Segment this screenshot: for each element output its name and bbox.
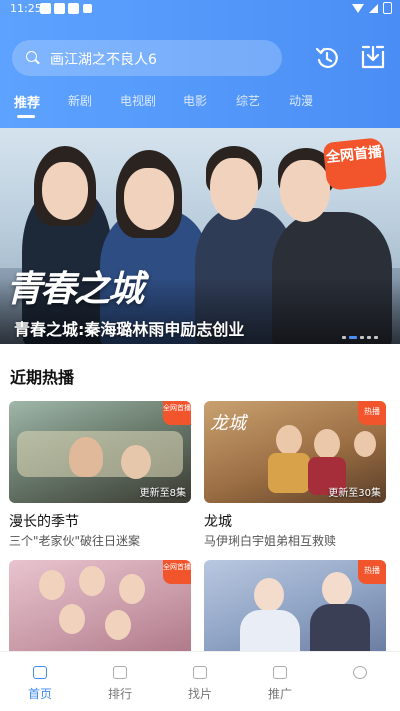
nav-home[interactable]: 首页	[10, 666, 70, 702]
wifi-icon	[352, 3, 364, 13]
thumbnail-face	[39, 570, 65, 600]
show-thumbnail[interactable]: 全网首播	[9, 560, 191, 651]
video-search-icon	[193, 666, 207, 679]
thumbnail-face	[69, 437, 103, 477]
notification-icon	[83, 4, 92, 13]
hero-banner[interactable]: 全网首播 青春之城 青春之城:秦海璐林雨申励志创业	[0, 128, 400, 344]
card-title[interactable]: 漫长的季节	[9, 511, 79, 531]
thumbnail-face	[119, 574, 145, 604]
search-placeholder: 画江湖之不良人6	[50, 52, 157, 68]
signal-icon	[369, 3, 378, 13]
banner-figure-face	[42, 162, 88, 220]
show-thumbnail[interactable]: 热播	[204, 560, 386, 651]
bottom-navigation: 首页 排行 找片 推广	[0, 651, 400, 711]
category-tabs: 推荐 新剧 电视剧 电影 综艺 动漫	[0, 92, 400, 122]
battery-icon	[383, 2, 392, 14]
episode-update: 更新至30集	[328, 488, 381, 499]
banner-title: 青春之城:秦海璐林雨申励志创业	[14, 320, 245, 339]
card-badge: 热播	[358, 401, 386, 425]
search-bar[interactable]: 画江湖之不良人6	[12, 40, 282, 76]
status-time: 11:25	[10, 2, 42, 15]
ranking-icon	[113, 666, 127, 679]
section-title-trending: 近期热播	[10, 368, 75, 387]
thumbnail-logo: 龙城	[210, 413, 246, 434]
card-badge: 全网首播	[163, 401, 191, 425]
thumbnail-face	[254, 578, 284, 612]
show-card[interactable]: 热播	[204, 560, 386, 651]
thumbnail-face	[79, 566, 105, 596]
thumbnail-face	[322, 572, 352, 606]
thumbnail-face	[354, 431, 376, 457]
nav-label: 找片	[187, 687, 212, 701]
nav-find-video[interactable]: 找片	[170, 666, 230, 702]
tab-new-drama[interactable]: 新剧	[68, 92, 92, 109]
active-tab-indicator	[17, 115, 35, 118]
download-icon[interactable]	[359, 43, 387, 71]
card-description: 三个"老家伙"破往日迷案	[9, 534, 141, 548]
banner-figure-face	[210, 158, 258, 220]
card-title[interactable]: 龙城	[204, 511, 232, 531]
carousel-indicator	[342, 336, 378, 339]
tab-anime[interactable]: 动漫	[289, 92, 313, 109]
carousel-dot[interactable]	[360, 336, 364, 339]
profile-icon	[353, 666, 367, 679]
thumbnail-face	[59, 604, 85, 634]
tab-recommend[interactable]: 推荐	[14, 92, 40, 111]
tab-movie[interactable]: 电影	[183, 92, 207, 109]
carousel-dot[interactable]	[367, 336, 371, 339]
nav-label: 推广	[267, 687, 292, 701]
history-clock-icon[interactable]	[313, 44, 341, 72]
show-card[interactable]: 全网首播 更新至8集 漫长的季节 三个"老家伙"破往日迷案	[9, 401, 191, 548]
carousel-dot-active[interactable]	[349, 336, 357, 339]
status-bar: 11:25	[0, 0, 400, 18]
show-thumbnail[interactable]: 龙城 热播 更新至30集	[204, 401, 386, 503]
nav-label: 首页	[27, 687, 52, 701]
notification-icon	[54, 3, 65, 14]
nav-promote[interactable]: 推广	[250, 666, 310, 702]
episode-update: 更新至8集	[139, 488, 186, 499]
carousel-dot[interactable]	[342, 336, 346, 339]
notification-icon	[68, 3, 79, 14]
thumbnail-face	[276, 425, 302, 455]
nav-label: 排行	[107, 687, 132, 701]
search-icon	[26, 51, 37, 62]
thumbnail-figure	[240, 610, 300, 651]
show-card[interactable]: 全网首播	[9, 560, 191, 651]
notification-icon	[40, 3, 51, 14]
card-description: 马伊琍白宇姐弟相互救赎	[204, 534, 337, 548]
tab-variety[interactable]: 综艺	[236, 92, 260, 109]
thumbnail-face	[314, 429, 340, 459]
thumbnail-face	[105, 610, 131, 640]
show-card[interactable]: 龙城 热播 更新至30集 龙城 马伊琍白宇姐弟相互救赎	[204, 401, 386, 548]
banner-show-logo: 青春之城	[6, 268, 144, 310]
card-badge: 热播	[358, 560, 386, 584]
thumbnail-figure	[268, 453, 310, 493]
thumbs-up-icon	[273, 666, 287, 679]
thumbnail-face	[121, 445, 151, 479]
banner-figure-face	[124, 168, 174, 230]
tab-tv-series[interactable]: 电视剧	[120, 92, 156, 109]
show-thumbnail[interactable]: 全网首播 更新至8集	[9, 401, 191, 503]
premiere-badge: 全网首播	[322, 136, 388, 192]
carousel-dot[interactable]	[374, 336, 378, 339]
nav-profile[interactable]	[330, 666, 390, 685]
nav-ranking[interactable]: 排行	[90, 666, 150, 702]
thumbnail-figure	[310, 604, 370, 651]
home-icon	[33, 666, 47, 679]
card-badge: 全网首播	[163, 560, 191, 584]
banner-figure-face	[280, 160, 330, 222]
top-header: 11:25 画江湖之不良人6 推荐 新剧 电视剧 电影 综艺 动漫	[0, 0, 400, 128]
